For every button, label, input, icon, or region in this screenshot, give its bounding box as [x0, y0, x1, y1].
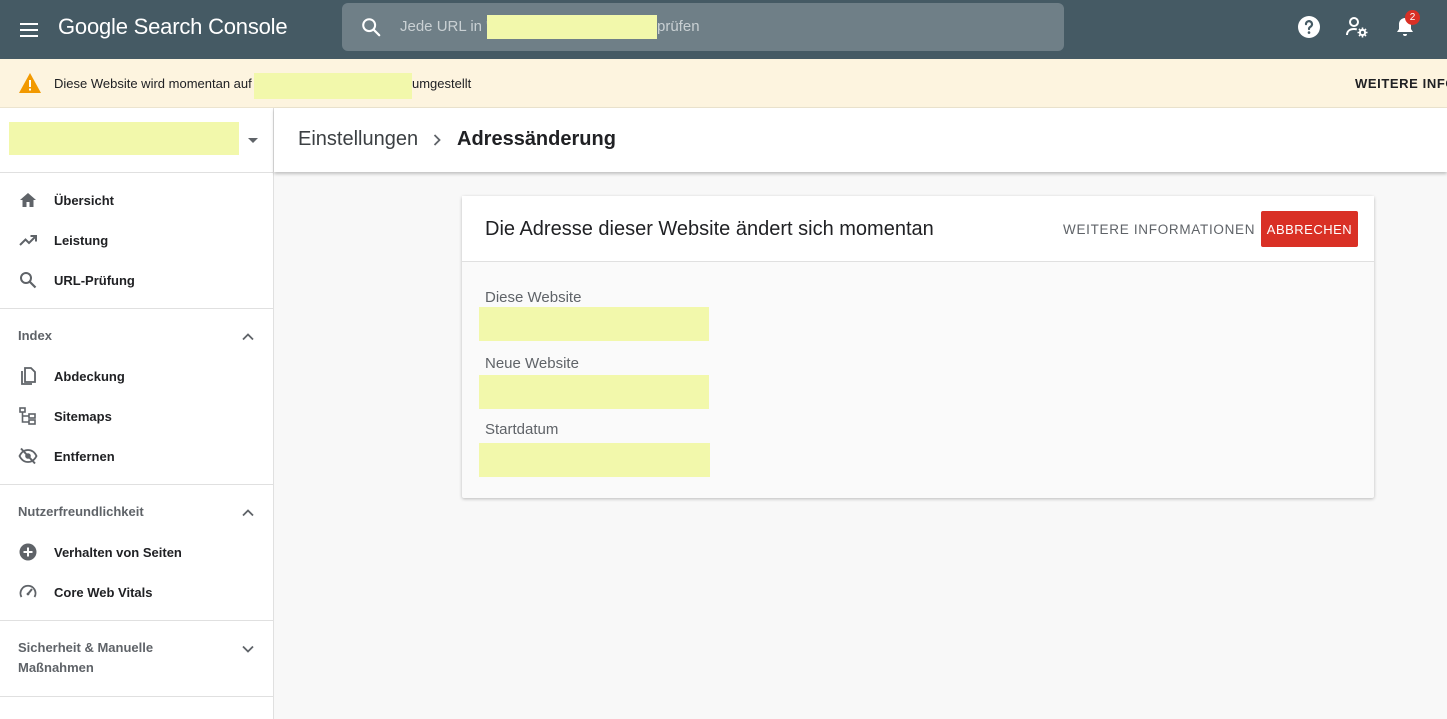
plus-circle-icon: [19, 543, 37, 561]
sidebar-item-label: URL-Prüfung: [54, 273, 135, 288]
sidebar-divider: [0, 620, 273, 621]
dropdown-caret-icon: [248, 138, 258, 143]
page-header: Einstellungen Adressänderung: [274, 108, 1447, 172]
speedometer-icon: [19, 584, 37, 598]
section-label: Index: [18, 328, 52, 343]
card-header: Die Adresse dieser Website ändert sich m…: [462, 196, 1374, 262]
redacted-new-site-value: [479, 375, 709, 409]
help-icon[interactable]: [1297, 15, 1321, 39]
sidebar-divider: [0, 308, 273, 309]
chevron-up-icon: [242, 333, 254, 341]
sidebar-section-usability[interactable]: Nutzerfreundlichkeit: [0, 502, 273, 522]
chevron-down-icon: [242, 645, 254, 653]
notification-count-badge: 2: [1405, 10, 1420, 25]
sidebar-item-page-experience[interactable]: Verhalten von Seiten: [0, 532, 273, 572]
property-selector[interactable]: [0, 108, 273, 173]
banner-text-suffix: umgestellt: [412, 76, 472, 91]
cancel-move-button[interactable]: ABBRECHEN: [1261, 211, 1358, 247]
search-icon: [362, 18, 381, 37]
url-inspection-search-input[interactable]: Jede URL in " prüfen: [342, 3, 1064, 51]
search-placeholder-prefix: Jede URL in ": [400, 18, 492, 35]
section-label: Sicherheit & Manuelle Maßnahmen: [18, 640, 154, 675]
sitemap-icon: [19, 407, 36, 425]
redacted-current-site-value: [479, 307, 709, 341]
app-title[interactable]: Google Search Console: [58, 14, 288, 40]
pages-icon: [21, 367, 36, 385]
sidebar-item-coverage[interactable]: Abdeckung: [0, 356, 273, 396]
sidebar: Übersicht Leistung URL-Prüfung Index Abd…: [0, 108, 274, 719]
redacted-start-date-value: [479, 443, 710, 477]
sidebar-item-overview[interactable]: Übersicht: [0, 180, 273, 220]
site-move-alert-banner: Diese Website wird momentan auf umgestel…: [0, 59, 1447, 108]
sidebar-item-sitemaps[interactable]: Sitemaps: [0, 396, 273, 436]
top-app-bar: Google Search Console Jede URL in " prüf…: [0, 0, 1447, 59]
sidebar-item-label: Übersicht: [54, 193, 114, 208]
sidebar-item-removals[interactable]: Entfernen: [0, 436, 273, 476]
banner-more-info-link[interactable]: WEITERE INFO: [1355, 76, 1447, 91]
section-label: Nutzerfreundlichkeit: [18, 504, 144, 519]
search-placeholder-suffix: prüfen: [657, 18, 700, 35]
redacted-property-name: [9, 122, 239, 155]
field-label-start-date: Startdatum: [485, 421, 559, 438]
sidebar-section-security[interactable]: Sicherheit & Manuelle Maßnahmen: [0, 638, 273, 678]
search-icon: [20, 272, 37, 289]
redacted-domain: [487, 15, 657, 39]
sidebar-item-label: Core Web Vitals: [54, 585, 153, 600]
page-title: Adressänderung: [457, 128, 616, 150]
sidebar-item-performance[interactable]: Leistung: [0, 220, 273, 260]
address-change-card: Die Adresse dieser Website ändert sich m…: [462, 196, 1374, 498]
sidebar-item-core-web-vitals[interactable]: Core Web Vitals: [0, 572, 273, 612]
warning-icon: [19, 73, 41, 93]
chevron-up-icon: [242, 509, 254, 517]
field-label-current-site: Diese Website: [485, 289, 582, 306]
trending-up-icon: [19, 235, 37, 246]
visibility-off-icon: [18, 447, 38, 465]
breadcrumb-settings[interactable]: Einstellungen: [298, 128, 418, 151]
chevron-right-icon: [433, 134, 441, 146]
sidebar-item-label: Abdeckung: [54, 369, 125, 384]
sidebar-section-index[interactable]: Index: [0, 326, 273, 346]
card-title: Die Adresse dieser Website ändert sich m…: [485, 218, 934, 240]
sidebar-item-label: Entfernen: [54, 449, 115, 464]
more-information-button[interactable]: WEITERE INFORMATIONEN: [1063, 222, 1255, 237]
field-label-new-site: Neue Website: [485, 355, 579, 372]
banner-text: Diese Website wird momentan auf: [54, 76, 252, 91]
menu-icon[interactable]: [18, 18, 42, 42]
redacted-new-domain: [254, 73, 412, 99]
sidebar-item-label: Verhalten von Seiten: [54, 545, 182, 560]
home-icon: [20, 193, 36, 207]
sidebar-item-url-inspection[interactable]: URL-Prüfung: [0, 260, 273, 300]
sidebar-divider: [0, 696, 273, 697]
user-settings-icon[interactable]: [1345, 15, 1369, 39]
sidebar-item-label: Leistung: [54, 233, 109, 248]
sidebar-divider: [0, 484, 273, 485]
sidebar-item-label: Sitemaps: [54, 409, 112, 424]
